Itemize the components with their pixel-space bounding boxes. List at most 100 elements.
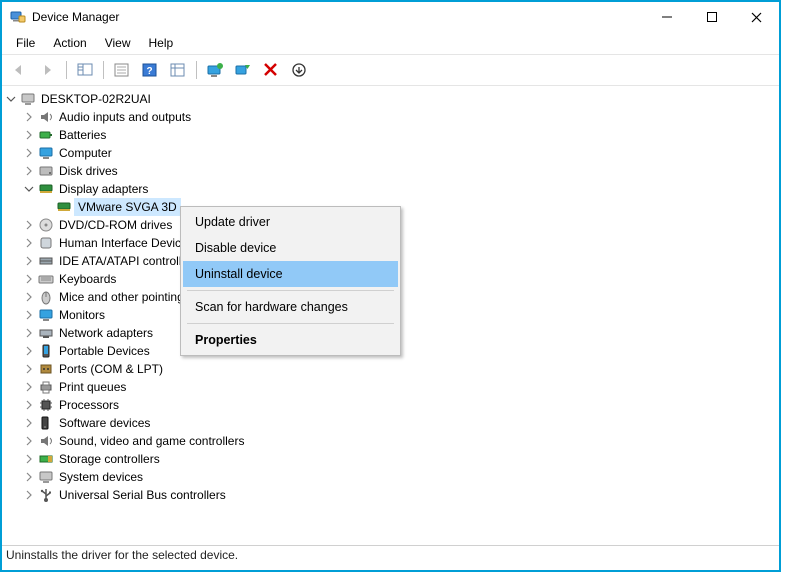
chevron-right-icon[interactable]	[22, 110, 36, 124]
menu-bar: File Action View Help	[2, 32, 779, 55]
title-bar: Device Manager	[2, 2, 779, 32]
update-driver-button[interactable]	[203, 58, 227, 82]
processor-icon	[38, 397, 54, 413]
ctx-disable-device[interactable]: Disable device	[183, 235, 398, 261]
app-icon	[10, 9, 26, 25]
chevron-down-icon[interactable]	[22, 182, 36, 196]
tree-item[interactable]: Software devices	[22, 414, 777, 432]
tree-root-label: DESKTOP-02R2UAI	[38, 91, 154, 107]
menu-file[interactable]: File	[8, 34, 43, 52]
chevron-right-icon[interactable]	[22, 380, 36, 394]
computer-icon	[20, 91, 36, 107]
chevron-right-icon[interactable]	[22, 146, 36, 160]
back-button[interactable]	[8, 58, 32, 82]
tree-item[interactable]: Universal Serial Bus controllers	[22, 486, 777, 504]
close-button[interactable]	[734, 2, 779, 32]
network-icon	[38, 325, 54, 341]
monitor-icon	[38, 307, 54, 323]
tree-item[interactable]: Print queues	[22, 378, 777, 396]
ctx-properties[interactable]: Properties	[183, 327, 398, 353]
menu-view[interactable]: View	[97, 34, 139, 52]
help-button[interactable]: ?	[138, 58, 162, 82]
minimize-button[interactable]	[644, 2, 689, 32]
display-adapter-icon	[38, 181, 54, 197]
forward-button[interactable]	[36, 58, 60, 82]
ctx-update-driver[interactable]: Update driver	[183, 209, 398, 235]
tree-item-label: Display adapters	[56, 181, 151, 197]
tree-item-label: Software devices	[56, 415, 153, 431]
chevron-right-icon[interactable]	[22, 290, 36, 304]
chevron-right-icon[interactable]	[22, 254, 36, 268]
maximize-button[interactable]	[689, 2, 734, 32]
context-menu-separator	[187, 323, 394, 324]
port-icon	[38, 361, 54, 377]
mouse-icon	[38, 289, 54, 305]
tree-item[interactable]: System devices	[22, 468, 777, 486]
tree-item[interactable]: Sound, video and game controllers	[22, 432, 777, 450]
tree-item-label: Human Interface Devices	[56, 235, 197, 251]
printer-icon	[38, 379, 54, 395]
tree-item-label: Processors	[56, 397, 122, 413]
tree-item-label: Keyboards	[56, 271, 119, 287]
tree-item[interactable]: Processors	[22, 396, 777, 414]
properties-button[interactable]	[110, 58, 134, 82]
chevron-down-icon[interactable]	[4, 92, 18, 106]
show-hide-console-button[interactable]	[73, 58, 97, 82]
tree-root[interactable]: DESKTOP-02R2UAI	[4, 90, 777, 108]
display-adapter-icon	[56, 199, 72, 215]
chevron-right-icon[interactable]	[22, 362, 36, 376]
tree-item-display-adapters[interactable]: Display adapters	[22, 180, 777, 198]
chevron-right-icon[interactable]	[22, 236, 36, 250]
chevron-right-icon[interactable]	[22, 344, 36, 358]
status-text: Uninstalls the driver for the selected d…	[6, 548, 238, 562]
chevron-right-icon[interactable]	[22, 128, 36, 142]
chevron-right-icon[interactable]	[22, 398, 36, 412]
toolbar: ?	[2, 55, 779, 86]
tree-item[interactable]: Audio inputs and outputs	[22, 108, 777, 126]
tree-item[interactable]: Computer	[22, 144, 777, 162]
context-menu-separator	[187, 290, 394, 291]
chevron-right-icon[interactable]	[22, 416, 36, 430]
tree-item-label: Ports (COM & LPT)	[56, 361, 166, 377]
chevron-right-icon[interactable]	[22, 308, 36, 322]
chevron-right-icon[interactable]	[22, 272, 36, 286]
chevron-right-icon[interactable]	[22, 452, 36, 466]
disk-icon	[38, 163, 54, 179]
chevron-right-icon[interactable]	[22, 470, 36, 484]
chevron-right-icon[interactable]	[22, 434, 36, 448]
svg-text:?: ?	[146, 66, 152, 77]
tree-item[interactable]: Disk drives	[22, 162, 777, 180]
battery-icon	[38, 127, 54, 143]
tree-item-label: Storage controllers	[56, 451, 163, 467]
menu-help[interactable]: Help	[141, 34, 182, 52]
device-tree[interactable]: DESKTOP-02R2UAI Audio inputs and outputs…	[2, 86, 779, 545]
enable-button[interactable]	[287, 58, 311, 82]
menu-action[interactable]: Action	[45, 34, 94, 52]
details-button[interactable]	[166, 58, 190, 82]
usb-icon	[38, 487, 54, 503]
ctx-scan-hardware[interactable]: Scan for hardware changes	[183, 294, 398, 320]
tree-item[interactable]: Storage controllers	[22, 450, 777, 468]
scan-button[interactable]	[231, 58, 255, 82]
tree-item[interactable]: Ports (COM & LPT)	[22, 360, 777, 378]
tree-item-label: Sound, video and game controllers	[56, 433, 247, 449]
audio-icon	[38, 433, 54, 449]
software-device-icon	[38, 415, 54, 431]
tree-item-vmware-svga[interactable]: VMware SVGA 3D	[40, 198, 777, 216]
hid-icon	[38, 235, 54, 251]
tree-item-label: Network adapters	[56, 325, 156, 341]
tree-item[interactable]: Batteries	[22, 126, 777, 144]
toolbar-divider	[196, 61, 197, 79]
ctx-uninstall-device[interactable]: Uninstall device	[183, 261, 398, 287]
chevron-right-icon[interactable]	[22, 488, 36, 502]
keyboard-icon	[38, 271, 54, 287]
window-controls	[644, 2, 779, 32]
chevron-right-icon[interactable]	[22, 164, 36, 178]
chevron-right-icon[interactable]	[22, 326, 36, 340]
tree-item-label: Universal Serial Bus controllers	[56, 487, 229, 503]
tree-item-label: Computer	[56, 145, 115, 161]
chevron-right-icon[interactable]	[22, 218, 36, 232]
tree-item-label: System devices	[56, 469, 146, 485]
uninstall-button[interactable]	[259, 58, 283, 82]
window-title: Device Manager	[32, 10, 644, 24]
